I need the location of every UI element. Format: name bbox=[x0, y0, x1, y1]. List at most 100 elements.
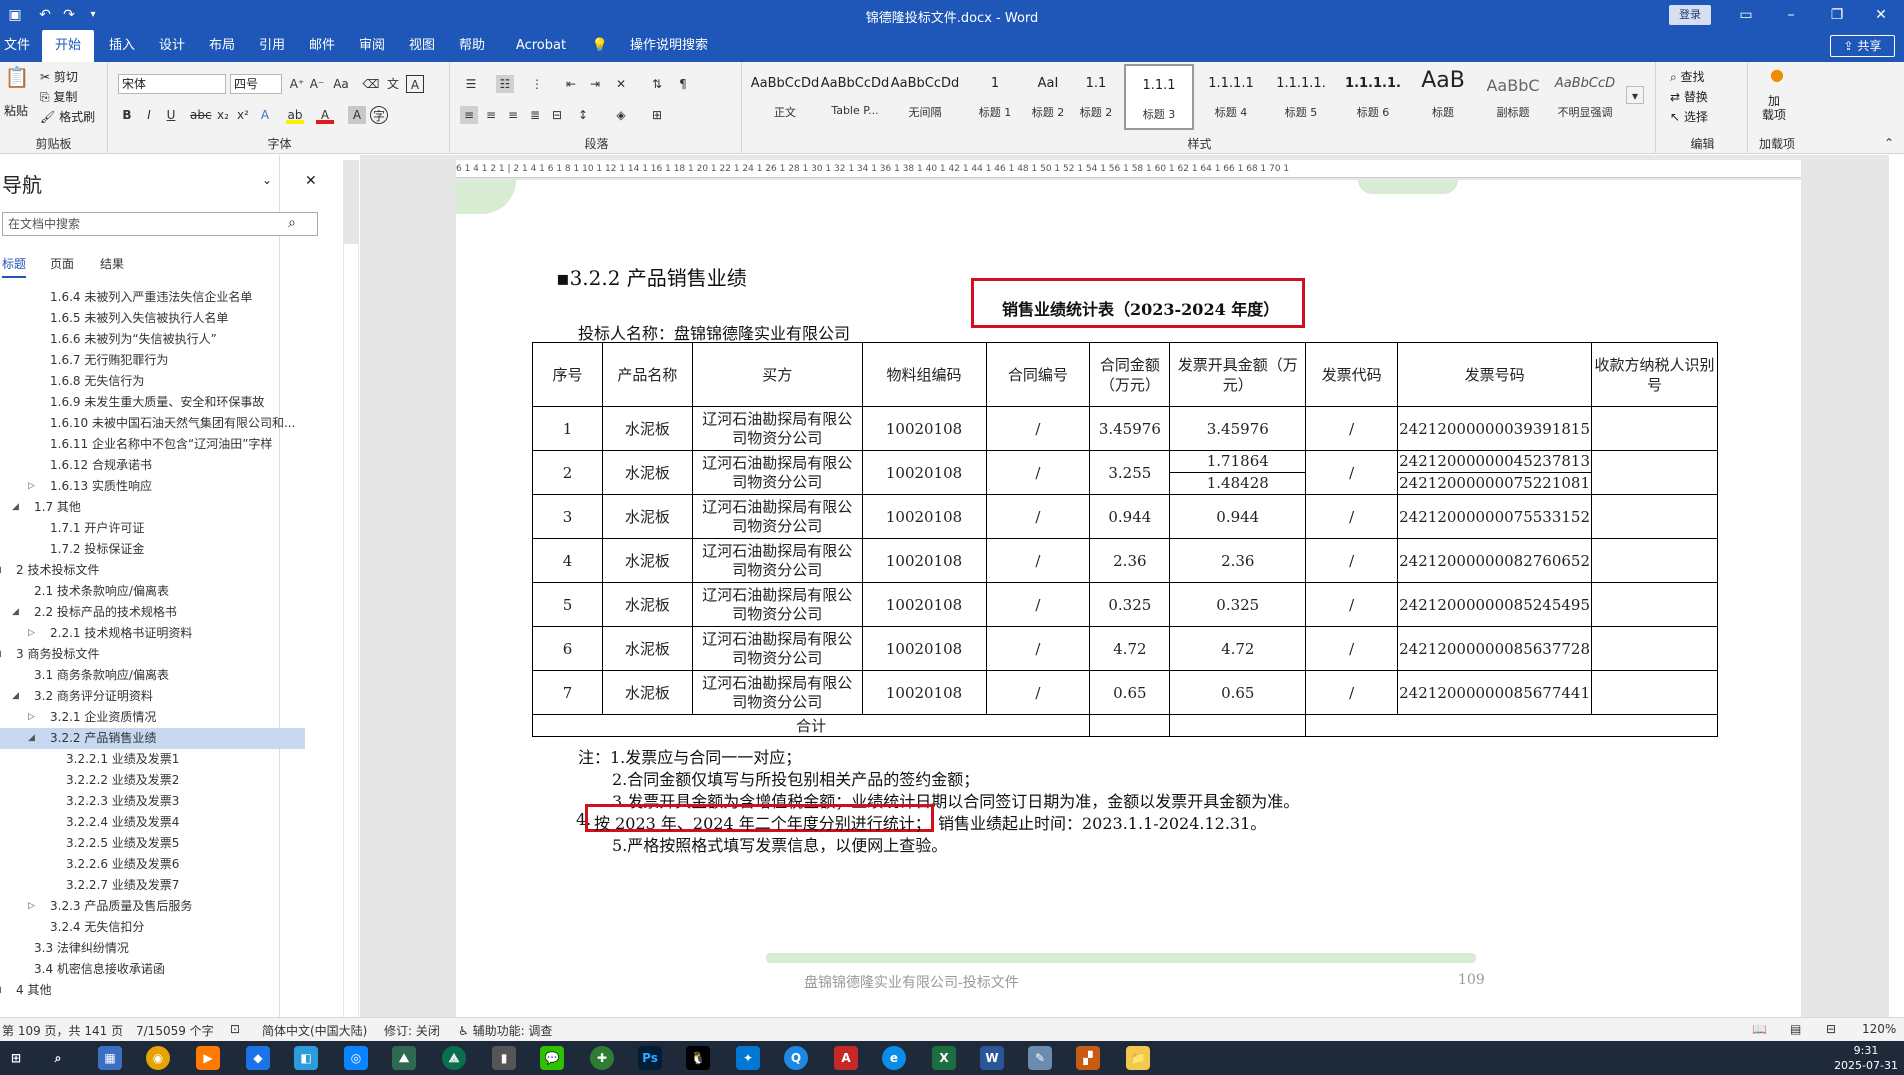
proofing-icon[interactable]: ⊡ bbox=[230, 1022, 240, 1036]
search-icon[interactable]: ⌕ bbox=[46, 1046, 70, 1070]
borders-icon[interactable]: ⊞ bbox=[648, 106, 666, 124]
app-green-icon[interactable]: ✚ bbox=[590, 1046, 614, 1070]
cell-invoice-number[interactable]: 24212000000085637728 bbox=[1397, 626, 1593, 671]
note-4-period[interactable]: 销售业绩起止时间：2023.1.1-2024.12.31。 bbox=[938, 810, 1266, 834]
tab-home[interactable]: 开始 bbox=[42, 30, 94, 62]
clock[interactable]: 9:31 2025-07-31 bbox=[1834, 1043, 1898, 1073]
app-mountain-icon[interactable]: ⛰ bbox=[392, 1046, 416, 1070]
nav-item[interactable]: 3.2.2.2 业绩及发票2 bbox=[0, 770, 300, 791]
nav-item[interactable]: 3.1 商务条款响应/偏离表 bbox=[0, 665, 300, 686]
paste-button[interactable]: 粘贴 bbox=[4, 102, 28, 119]
cell-buyer[interactable]: 辽河石油勘探局有限公司物资分公司 bbox=[691, 450, 863, 495]
char-shading-icon[interactable]: A bbox=[348, 106, 366, 124]
cell-product[interactable]: 水泥板 bbox=[601, 450, 693, 495]
cell-contract-no[interactable]: / bbox=[985, 670, 1091, 715]
tab-references[interactable]: 引用 bbox=[252, 30, 292, 62]
tab-insert[interactable]: 插入 bbox=[102, 30, 142, 62]
numbering-icon[interactable]: ☷ bbox=[496, 75, 514, 93]
nav-options-icon[interactable]: ⌄ bbox=[262, 173, 272, 187]
underline-icon[interactable]: U bbox=[162, 106, 180, 124]
style-subtle-emphasis[interactable]: AaBbCcD 不明显强调 bbox=[1550, 64, 1620, 130]
note-5[interactable]: 5.严格按照格式填写发票信息，以便网上查验。 bbox=[612, 832, 947, 856]
sort-icon[interactable]: ⇅ bbox=[648, 75, 666, 93]
cell-product[interactable]: 水泥板 bbox=[601, 494, 693, 539]
align-right-icon[interactable]: ≡ bbox=[504, 106, 522, 124]
cell-product[interactable]: 水泥板 bbox=[601, 582, 693, 627]
cell-no[interactable]: 1 bbox=[532, 406, 603, 451]
excel-icon[interactable]: X bbox=[932, 1046, 956, 1070]
print-layout-icon[interactable]: ▤ bbox=[1790, 1022, 1801, 1036]
nav-item[interactable]: ◢ 4 其他 bbox=[0, 980, 300, 1001]
clear-format-icon[interactable]: ⌫ bbox=[362, 75, 380, 93]
nav-item[interactable]: 1.6.8 无失信行为 bbox=[0, 371, 300, 392]
cell-contract-no[interactable]: / bbox=[985, 406, 1091, 451]
cell-buyer[interactable]: 辽河石油勘探局有限公司物资分公司 bbox=[691, 494, 863, 539]
cell-product[interactable]: 水泥板 bbox=[601, 626, 693, 671]
expand-arrow-icon[interactable]: ▷ bbox=[28, 707, 35, 728]
cell-contract-no[interactable]: / bbox=[985, 450, 1091, 495]
cell-invoice-number[interactable]: 24212000000075533152 bbox=[1397, 494, 1593, 539]
collapse-arrow-icon[interactable]: ◢ bbox=[0, 980, 1, 1001]
superscript-icon[interactable]: x² bbox=[234, 106, 252, 124]
app-bird-icon[interactable]: ✦ bbox=[736, 1046, 760, 1070]
table-title[interactable]: 销售业绩统计表（2023-2024 年度） bbox=[1002, 296, 1279, 320]
cell-contract-no[interactable]: / bbox=[985, 582, 1091, 627]
cell-material-code[interactable]: 10020108 bbox=[861, 582, 987, 627]
share-button[interactable]: ⇪ 共享 bbox=[1830, 35, 1895, 57]
phonetic-guide-icon[interactable]: 文 bbox=[384, 75, 402, 93]
bold-icon[interactable]: B bbox=[118, 106, 136, 124]
login-button[interactable]: 登录 bbox=[1669, 5, 1711, 25]
chrome-icon[interactable]: ◉ bbox=[146, 1046, 170, 1070]
nav-item[interactable]: ▷ 3.2.3 产品质量及售后服务 bbox=[0, 896, 300, 917]
nav-item[interactable]: ◢ 2.2 投标产品的技术规格书 bbox=[0, 602, 300, 623]
cell-invoice-amount[interactable]: 0.65 bbox=[1169, 670, 1307, 715]
collapse-arrow-icon[interactable]: ◢ bbox=[0, 644, 1, 665]
cell-contract-amount[interactable]: 3.255 bbox=[1089, 450, 1171, 495]
word-icon[interactable]: W bbox=[980, 1046, 1004, 1070]
app-blue-icon[interactable]: ◆ bbox=[246, 1046, 270, 1070]
tell-me-search[interactable]: 操作说明搜索 bbox=[614, 30, 724, 62]
nav-tab-results[interactable]: 结果 bbox=[100, 255, 124, 272]
cell-buyer[interactable]: 辽河石油勘探局有限公司物资分公司 bbox=[691, 582, 863, 627]
tab-help[interactable]: 帮助 bbox=[452, 30, 492, 62]
style-subtitle[interactable]: AaBbC 副标题 bbox=[1478, 64, 1548, 130]
cell-no[interactable]: 5 bbox=[532, 582, 603, 627]
tab-design[interactable]: 设计 bbox=[152, 30, 192, 62]
track-changes[interactable]: 修订: 关闭 bbox=[384, 1022, 440, 1039]
close-window-icon[interactable]: ✕ bbox=[1870, 4, 1892, 26]
tab-mailings[interactable]: 邮件 bbox=[302, 30, 342, 62]
cell-taxpayer-id[interactable] bbox=[1591, 670, 1718, 715]
nav-item[interactable]: 1.6.6 未被列为“失信被执行人” bbox=[0, 329, 300, 350]
cell-material-code[interactable]: 10020108 bbox=[861, 538, 987, 583]
decrease-indent-icon[interactable]: ⇤ bbox=[562, 75, 580, 93]
photoshop-icon[interactable]: Ps bbox=[638, 1046, 662, 1070]
style-heading-4[interactable]: 1.1.1.1 标题 4 bbox=[1196, 64, 1266, 130]
cell-contract-no[interactable]: / bbox=[985, 626, 1091, 671]
cell-no[interactable]: 7 bbox=[532, 670, 603, 715]
replace-button[interactable]: ⇄ 替换 bbox=[1670, 88, 1708, 105]
cell-no[interactable]: 4 bbox=[532, 538, 603, 583]
style-heading-2a[interactable]: AaI 标题 2 bbox=[1030, 64, 1066, 130]
cell-invoice-amount[interactable]: 1.71864 1.48428 bbox=[1169, 450, 1307, 495]
style-normal[interactable]: AaBbCcDd 正文 bbox=[750, 64, 820, 130]
copy-button[interactable]: ⎘ 复制 bbox=[40, 88, 77, 105]
cell-invoice-code[interactable]: / bbox=[1305, 670, 1399, 715]
horizontal-ruler[interactable]: 6 1 4 1 2 1 | 2 1 4 1 6 1 8 1 10 1 12 1 … bbox=[456, 160, 1801, 178]
nav-item[interactable]: ◢ 3.2.2 产品销售业绩 bbox=[0, 728, 305, 749]
nav-item[interactable]: 2.1 技术条款响应/偏离表 bbox=[0, 581, 300, 602]
select-button[interactable]: ↖ 选择 bbox=[1670, 108, 1708, 125]
highlight-icon[interactable]: ab bbox=[286, 106, 304, 124]
search-icon[interactable]: ⌕ bbox=[288, 215, 296, 231]
nav-item[interactable]: 3.2.2.5 业绩及发票5 bbox=[0, 833, 300, 854]
cell-invoice-amount[interactable]: 4.72 bbox=[1169, 626, 1307, 671]
change-case-icon[interactable]: Aa bbox=[332, 75, 350, 93]
qq-icon[interactable]: 🐧 bbox=[686, 1046, 710, 1070]
nav-item[interactable]: ▷ 1.6.13 实质性响应 bbox=[0, 476, 300, 497]
minimize-icon[interactable]: – bbox=[1780, 4, 1802, 26]
cell-contract-amount[interactable]: 3.45976 bbox=[1089, 406, 1171, 451]
char-border-icon[interactable]: A bbox=[406, 75, 424, 93]
subscript-icon[interactable]: x₂ bbox=[214, 106, 232, 124]
nav-item[interactable]: 1.6.9 未发生重大质量、安全和环保事故 bbox=[0, 392, 300, 413]
cell-invoice-amount[interactable]: 0.944 bbox=[1169, 494, 1307, 539]
bullets-icon[interactable]: ☰ bbox=[462, 75, 480, 93]
